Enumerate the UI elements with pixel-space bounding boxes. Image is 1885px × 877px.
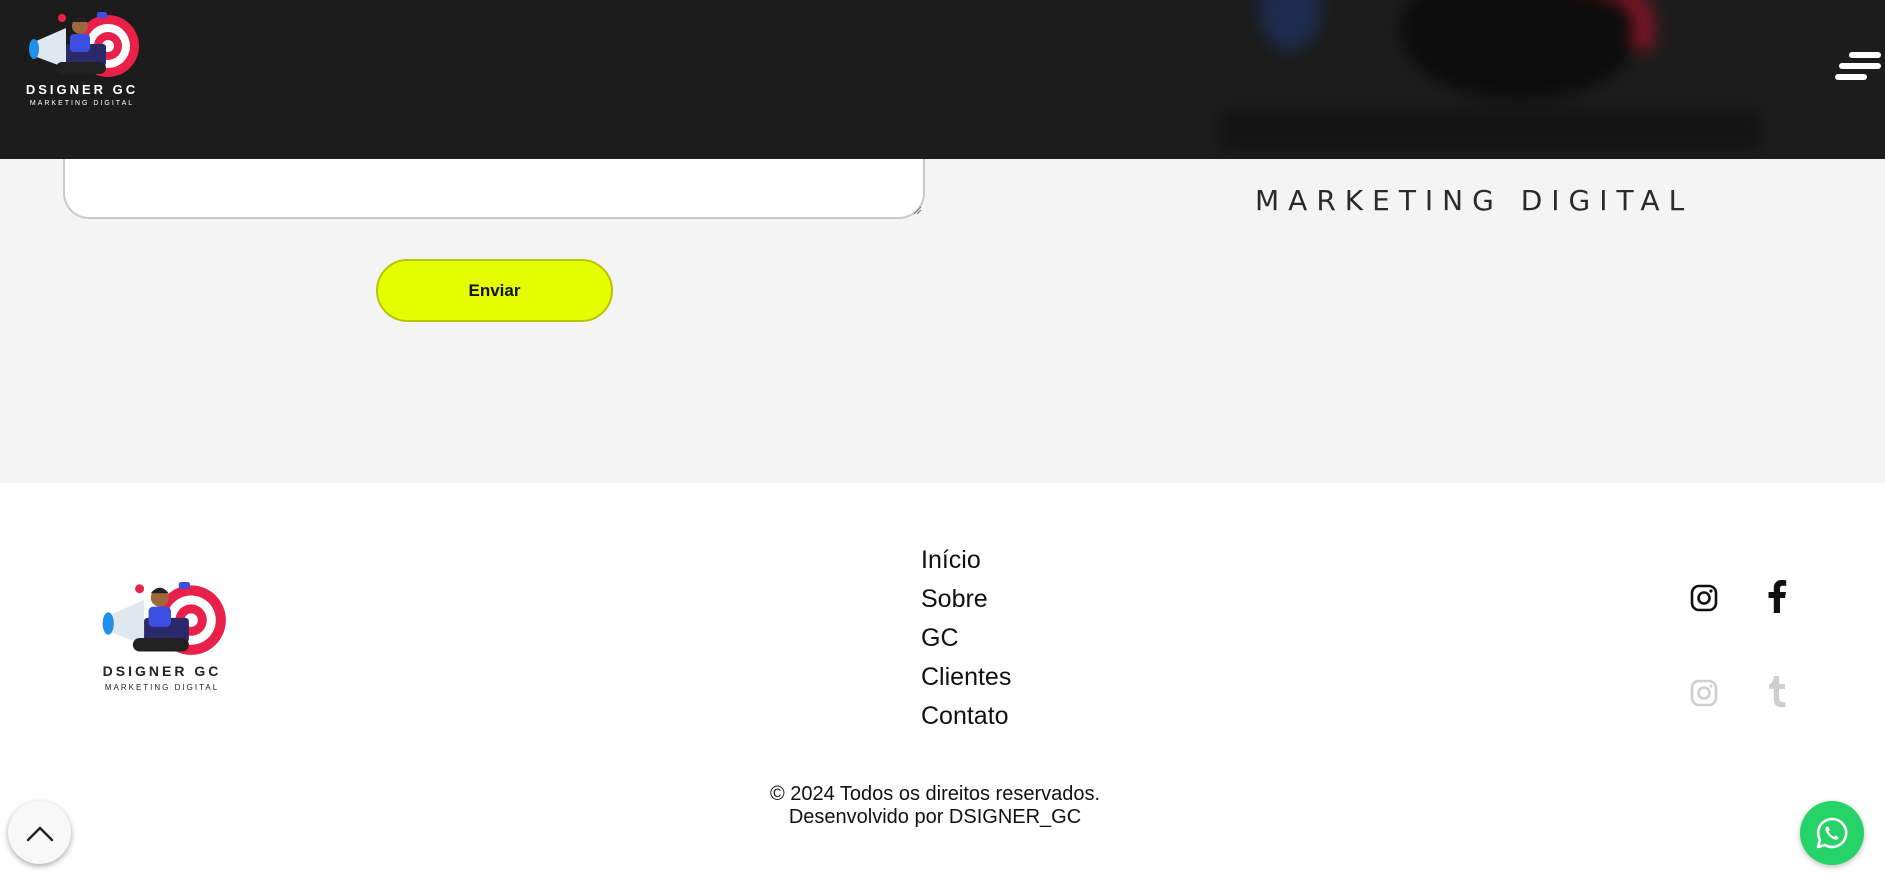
chevron-up-icon — [26, 825, 53, 841]
nav-link-contato[interactable]: Contato — [921, 697, 1011, 736]
logo-subtitle: MARKETING DIGITAL — [29, 100, 135, 107]
brand-tagline: MARKETING DIGITAL — [1255, 184, 1694, 217]
contact-section: Enviar MARKETING DIGITAL — [0, 139, 1885, 483]
hamburger-menu-icon — [1835, 52, 1881, 80]
instagram-icon — [1690, 679, 1718, 707]
facebook-link[interactable] — [1762, 580, 1792, 613]
site-footer: DSIGNER GC MARKETING DIGITAL Início Sobr… — [0, 483, 1885, 877]
nav-link-inicio[interactable]: Início — [921, 541, 1011, 580]
footer-nav: Início Sobre GC Clientes Contato — [921, 541, 1011, 736]
copyright-block: © 2024 Todos os direitos reservados. Des… — [0, 783, 1870, 829]
logo-mascot-icon — [29, 12, 139, 77]
whatsapp-icon — [1816, 817, 1848, 849]
copyright-text: © 2024 Todos os direitos reservados. — [769, 783, 1101, 805]
instagram-link-secondary[interactable] — [1689, 678, 1719, 708]
nav-link-gc[interactable]: GC — [921, 619, 1011, 658]
developer-credit: Desenvolvido por DSIGNER_GC — [788, 806, 1082, 828]
nav-link-sobre[interactable]: Sobre — [921, 580, 1011, 619]
header-logo[interactable]: DSIGNER GC MARKETING DIGITAL — [14, 10, 150, 107]
send-button[interactable]: Enviar — [376, 259, 613, 322]
facebook-icon — [1768, 580, 1787, 613]
logo-subtitle: MARKETING DIGITAL — [104, 683, 220, 692]
tumblr-icon — [1769, 676, 1786, 708]
footer-logo[interactable]: DSIGNER GC MARKETING DIGITAL — [84, 579, 240, 692]
hamburger-menu-button[interactable] — [1835, 50, 1883, 84]
site-header: DSIGNER GC MARKETING DIGITAL — [0, 0, 1885, 159]
nav-link-clientes[interactable]: Clientes — [921, 658, 1011, 697]
instagram-icon — [1690, 584, 1718, 612]
header-background-art — [1220, 0, 1760, 150]
logo-mascot-icon — [102, 582, 226, 655]
tumblr-link[interactable] — [1762, 676, 1792, 708]
whatsapp-button[interactable] — [1800, 801, 1864, 865]
back-to-top-button[interactable] — [8, 801, 71, 864]
logo-wordmark: DSIGNER GC — [102, 663, 222, 679]
logo-wordmark: DSIGNER GC — [25, 82, 139, 97]
instagram-link[interactable] — [1689, 583, 1719, 613]
resize-handle-icon[interactable] — [912, 205, 922, 215]
